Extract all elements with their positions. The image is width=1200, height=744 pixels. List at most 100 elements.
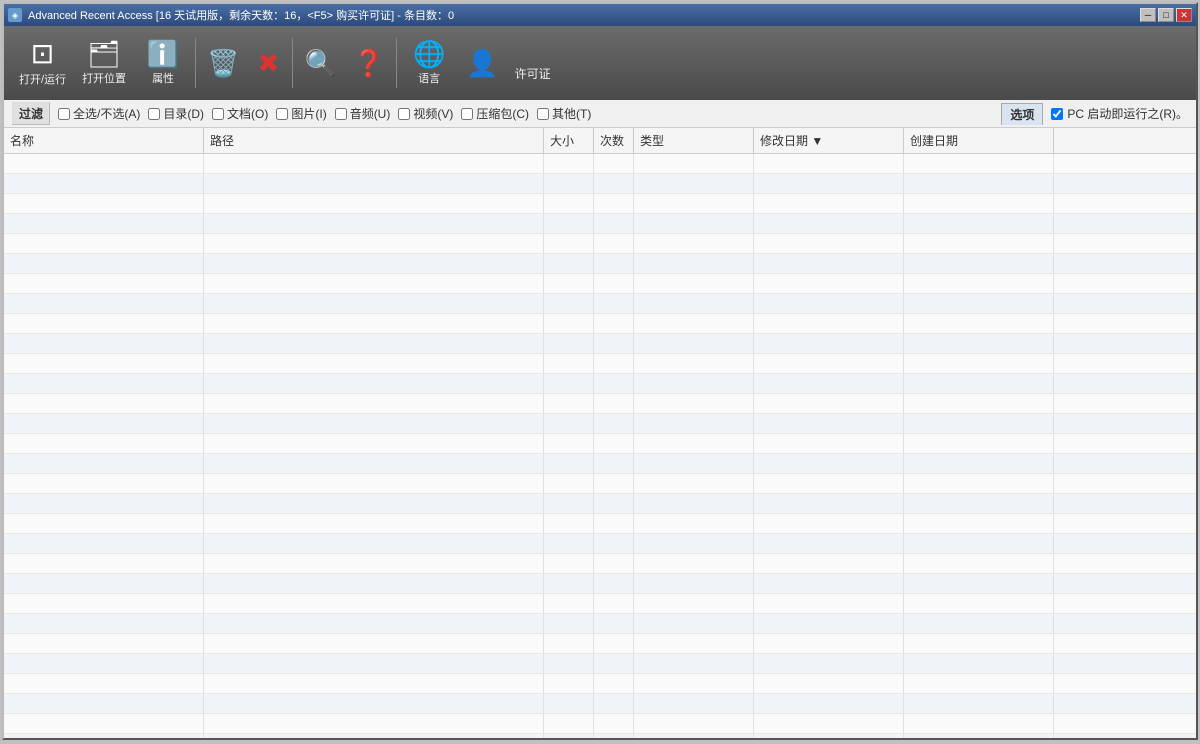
table-row[interactable]	[4, 354, 1196, 374]
language-button[interactable]: 🌐 语言	[401, 31, 457, 95]
table-row[interactable]	[4, 594, 1196, 614]
col-header-count[interactable]: 次数	[594, 128, 634, 153]
table-row[interactable]	[4, 534, 1196, 554]
table-cell	[544, 394, 594, 413]
filter-directory-checkbox[interactable]	[148, 108, 160, 120]
user-button[interactable]: 👤	[459, 31, 505, 95]
table-row[interactable]	[4, 194, 1196, 214]
search-button[interactable]: 🔍	[297, 31, 343, 95]
table-cell	[904, 474, 1054, 493]
table-cell	[594, 334, 634, 353]
filter-video[interactable]: 视频(V)	[398, 105, 453, 122]
license-button[interactable]: 许可证	[508, 31, 558, 95]
table-row[interactable]	[4, 414, 1196, 434]
table-row[interactable]	[4, 614, 1196, 634]
table-row[interactable]	[4, 314, 1196, 334]
table-row[interactable]	[4, 394, 1196, 414]
filter-video-label: 视频(V)	[413, 105, 453, 122]
options-tab[interactable]: 选项	[1001, 103, 1043, 125]
table-cell	[204, 394, 544, 413]
maximize-button[interactable]: □	[1158, 8, 1174, 22]
filter-select-all-label: 全选/不选(A)	[73, 105, 140, 122]
table-cell	[594, 254, 634, 273]
remove-button[interactable]: ✖	[248, 31, 288, 95]
minimize-button[interactable]: ─	[1140, 8, 1156, 22]
table-cell	[904, 374, 1054, 393]
filter-video-checkbox[interactable]	[398, 108, 410, 120]
table-row[interactable]	[4, 434, 1196, 454]
autorun-checkbox[interactable]	[1051, 108, 1063, 120]
filter-select-all-checkbox[interactable]	[58, 108, 70, 120]
table-row[interactable]	[4, 694, 1196, 714]
autorun-label: PC 启动即运行之(R)。	[1067, 105, 1188, 122]
filter-image[interactable]: 图片(I)	[276, 105, 326, 122]
filter-audio[interactable]: 音频(U)	[335, 105, 391, 122]
filter-image-checkbox[interactable]	[276, 108, 288, 120]
language-icon: 🌐	[413, 41, 445, 67]
table-row[interactable]	[4, 654, 1196, 674]
col-header-created[interactable]: 创建日期	[904, 128, 1054, 153]
filter-audio-checkbox[interactable]	[335, 108, 347, 120]
table-cell	[594, 614, 634, 633]
col-header-path[interactable]: 路径	[204, 128, 544, 153]
table-cell	[544, 734, 594, 738]
properties-button[interactable]: ℹ️ 属性	[135, 31, 191, 95]
open-location-button[interactable]: 🗂 打开位置	[75, 31, 133, 95]
help-button[interactable]: ❓	[346, 31, 392, 95]
table-cell	[904, 514, 1054, 533]
filter-select-all[interactable]: 全选/不选(A)	[58, 105, 140, 122]
filter-archive[interactable]: 压缩包(C)	[461, 105, 529, 122]
table-cell	[754, 734, 904, 738]
remove-icon: ✖	[258, 50, 280, 76]
table-row[interactable]	[4, 374, 1196, 394]
table-row[interactable]	[4, 154, 1196, 174]
table-cell	[204, 554, 544, 573]
open-run-button[interactable]: ⊡ 打开/运行	[12, 31, 73, 95]
delete-button[interactable]: 🗑️	[200, 31, 246, 95]
table-cell	[204, 194, 544, 213]
table-cell	[204, 474, 544, 493]
table-row[interactable]	[4, 454, 1196, 474]
close-button[interactable]: ✕	[1176, 8, 1192, 22]
table-cell	[754, 634, 904, 653]
table-row[interactable]	[4, 494, 1196, 514]
table-row[interactable]	[4, 574, 1196, 594]
table-row[interactable]	[4, 474, 1196, 494]
table-row[interactable]	[4, 734, 1196, 738]
delete-icon: 🗑️	[207, 50, 239, 76]
table-row[interactable]	[4, 634, 1196, 654]
table-row[interactable]	[4, 254, 1196, 274]
table-cell	[634, 694, 754, 713]
table-row[interactable]	[4, 334, 1196, 354]
table-row[interactable]	[4, 234, 1196, 254]
table-cell	[544, 494, 594, 513]
col-header-name[interactable]: 名称	[4, 128, 204, 153]
table-row[interactable]	[4, 294, 1196, 314]
table-cell	[754, 314, 904, 333]
filter-directory[interactable]: 目录(D)	[148, 105, 204, 122]
table-cell	[904, 234, 1054, 253]
table-cell	[544, 174, 594, 193]
col-header-modified[interactable]: 修改日期 ▼	[754, 128, 904, 153]
table-row[interactable]	[4, 174, 1196, 194]
table-row[interactable]	[4, 674, 1196, 694]
table-cell	[4, 334, 204, 353]
table-cell	[904, 654, 1054, 673]
filter-document[interactable]: 文档(O)	[212, 105, 268, 122]
filter-other[interactable]: 其他(T)	[537, 105, 591, 122]
table-cell	[594, 534, 634, 553]
filter-other-checkbox[interactable]	[537, 108, 549, 120]
filter-document-checkbox[interactable]	[212, 108, 224, 120]
table-row[interactable]	[4, 714, 1196, 734]
table-cell	[904, 214, 1054, 233]
table-cell	[634, 654, 754, 673]
col-header-type[interactable]: 类型	[634, 128, 754, 153]
table-cell	[594, 374, 634, 393]
table-row[interactable]	[4, 514, 1196, 534]
table-row[interactable]	[4, 554, 1196, 574]
table-cell	[634, 734, 754, 738]
table-row[interactable]	[4, 214, 1196, 234]
col-header-size[interactable]: 大小	[544, 128, 594, 153]
table-row[interactable]	[4, 274, 1196, 294]
filter-archive-checkbox[interactable]	[461, 108, 473, 120]
